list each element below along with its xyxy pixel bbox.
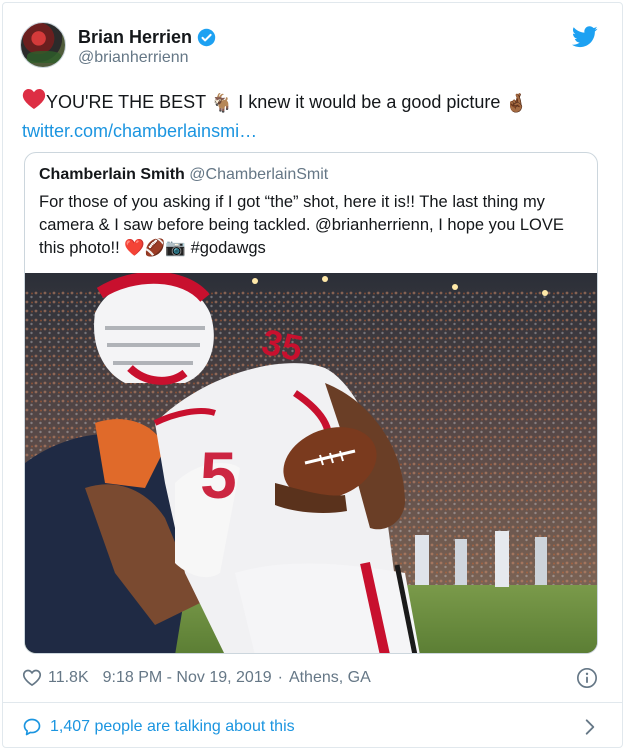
quoted-author-name[interactable]: Chamberlain Smith bbox=[39, 166, 185, 183]
talking-count-text[interactable]: 1,407 people are talking about this bbox=[50, 718, 295, 736]
quoted-tweet-text: For those of you asking if I got “the” s… bbox=[39, 191, 587, 260]
like-heart-icon[interactable] bbox=[22, 668, 42, 688]
tweet-meta: 11.8K 9:18 PM - Nov 19, 2019 · Athens, G… bbox=[22, 666, 602, 690]
tweet-timestamp[interactable]: 9:18 PM - Nov 19, 2019 bbox=[103, 669, 272, 687]
like-count[interactable]: 11.8K bbox=[48, 669, 89, 687]
football-photo-illustration: 35 5 bbox=[25, 273, 597, 653]
meta-separator: · bbox=[277, 669, 283, 686]
quoted-author-handle[interactable]: @ChamberlainSmit bbox=[189, 166, 328, 183]
speech-bubble-icon bbox=[23, 718, 41, 736]
author-name-row[interactable]: Brian Herrien bbox=[78, 25, 216, 49]
crossed-fingers-emoji: 🤞🏾 bbox=[505, 92, 528, 113]
quoted-tweet-header: Chamberlain Smith @ChamberlainSmit bbox=[39, 166, 328, 184]
chevron-right-icon[interactable] bbox=[580, 717, 600, 737]
tweet-photo[interactable]: 35 5 bbox=[25, 273, 597, 653]
conversation-link[interactable]: 1,407 people are talking about this bbox=[22, 714, 602, 740]
quoted-tweet[interactable]: Chamberlain Smith @ChamberlainSmit For t… bbox=[24, 152, 598, 654]
svg-text:5: 5 bbox=[200, 438, 237, 512]
goat-emoji: 🐐 bbox=[210, 92, 234, 113]
author-handle[interactable]: @brianherrienn bbox=[78, 49, 189, 67]
tweet-text-part2: I knew it would be a good picture bbox=[233, 91, 506, 112]
quoted-tweet-emojis: ❤️🏈📷 bbox=[124, 239, 186, 257]
tweet-location[interactable]: Athens, GA bbox=[289, 669, 371, 687]
quoted-tweet-body: For those of you asking if I got “the” s… bbox=[39, 193, 564, 257]
hashtag-link[interactable]: #godawgs bbox=[191, 239, 266, 257]
verified-badge-icon bbox=[197, 28, 216, 46]
quoted-tweet-link[interactable]: twitter.com/chamberlainsmi… bbox=[22, 121, 257, 141]
footer-divider bbox=[2, 702, 623, 703]
info-icon[interactable] bbox=[576, 667, 598, 689]
avatar[interactable] bbox=[20, 22, 66, 68]
tweet-text: YOU'RE THE BEST 🐐 I knew it would be a g… bbox=[22, 88, 602, 145]
tweet-text-part1: YOU'RE THE BEST bbox=[46, 91, 211, 112]
author-display-name[interactable]: Brian Herrien bbox=[78, 27, 192, 48]
jersey-number: 35 bbox=[258, 321, 306, 369]
red-heart-emoji bbox=[22, 88, 46, 118]
twitter-bird-icon[interactable] bbox=[572, 26, 598, 48]
tweet-header: Brian Herrien @brianherrienn bbox=[20, 22, 600, 72]
